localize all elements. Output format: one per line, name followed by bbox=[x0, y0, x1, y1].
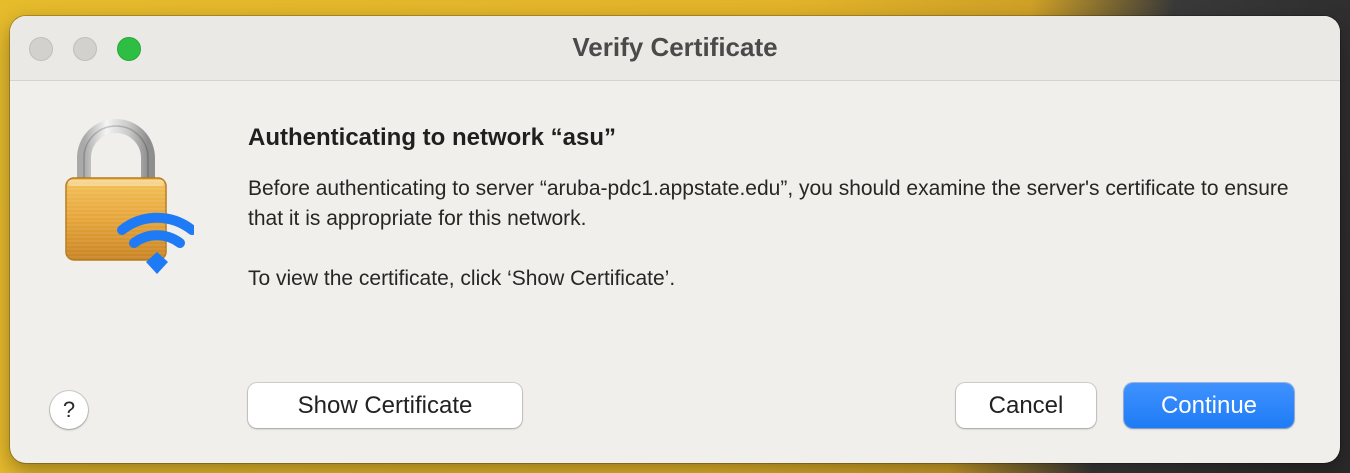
help-button[interactable]: ? bbox=[50, 391, 88, 429]
show-certificate-button[interactable]: Show Certificate bbox=[248, 383, 522, 428]
continue-button[interactable]: Continue bbox=[1124, 383, 1294, 428]
dialog-message-text: Before authenticating to server “aruba-p… bbox=[248, 177, 1289, 230]
title-bar: Verify Certificate bbox=[10, 16, 1340, 81]
verify-certificate-dialog: Verify Certificate Authenticating to net… bbox=[10, 16, 1340, 463]
window-title: Verify Certificate bbox=[572, 32, 778, 62]
dialog-hint-text: To view the certificate, click ‘Show Cer… bbox=[248, 267, 676, 290]
lock-wifi-icon bbox=[65, 119, 194, 274]
dialog-heading: Authenticating to network “asu” bbox=[248, 124, 617, 151]
cancel-button[interactable]: Cancel bbox=[956, 383, 1096, 428]
dialog-message: Before authenticating to server “aruba-p… bbox=[248, 174, 1298, 294]
